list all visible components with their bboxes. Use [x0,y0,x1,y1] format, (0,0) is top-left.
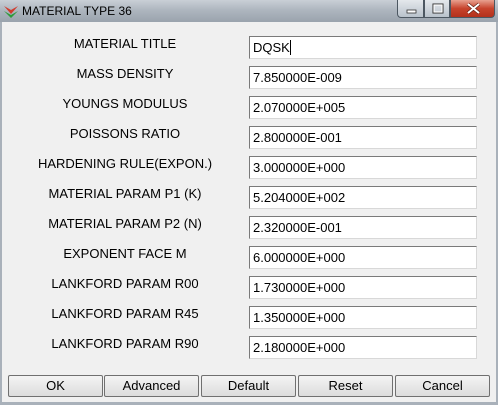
ok-button[interactable]: OK [8,375,103,397]
cancel-button[interactable]: Cancel [395,375,490,397]
label-material-param-p1: MATERIAL PARAM P1 (K) [48,186,202,201]
close-icon [466,2,481,15]
label-lankford-r90: LANKFORD PARAM R90 [51,336,199,351]
reset-button[interactable]: Reset [298,375,393,397]
lankford-r00-field[interactable]: 1.730000E+000 [249,276,477,299]
mass-density-field[interactable]: 7.850000E-009 [249,66,477,89]
text-caret [289,40,291,55]
label-youngs-modulus: YOUNGS MODULUS [62,96,188,111]
maximize-icon [432,3,444,14]
label-poissons-ratio: POISSONS RATIO [69,126,181,141]
label-lankford-r00: LANKFORD PARAM R00 [51,276,199,291]
default-button[interactable]: Default [201,375,296,397]
material-param-p2-field[interactable]: 2.320000E-001 [249,216,477,239]
hardening-rule-field[interactable]: 3.000000E+000 [249,156,477,179]
lankford-r45-field[interactable]: 1.350000E+000 [249,306,477,329]
minimize-button[interactable] [397,0,424,18]
maximize-button[interactable] [424,0,450,18]
material-title-field[interactable]: DQSK [249,36,477,59]
label-exponent-face-m: EXPONENT FACE M [63,246,187,261]
material-param-p1-field[interactable]: 5.204000E+002 [249,186,477,209]
youngs-modulus-field[interactable]: 2.070000E+005 [249,96,477,119]
advanced-button[interactable]: Advanced [104,375,199,397]
title-bar[interactable]: MATERIAL TYPE 36 [0,0,498,23]
label-hardening-rule: HARDENING RULE(EXPON.) [37,156,213,171]
label-mass-density: MASS DENSITY [76,66,174,81]
exponent-face-m-field[interactable]: 6.000000E+000 [249,246,477,269]
window-title: MATERIAL TYPE 36 [22,4,132,18]
label-lankford-r45: LANKFORD PARAM R45 [51,306,199,321]
button-bar: OK Advanced Default Reset Cancel [0,372,498,400]
app-logo-icon [3,3,19,19]
poissons-ratio-field[interactable]: 2.800000E-001 [249,126,477,149]
lankford-r90-field[interactable]: 2.180000E+000 [249,336,477,359]
minimize-icon [406,9,417,14]
close-button[interactable] [450,0,495,18]
label-material-title: MATERIAL TITLE [73,36,177,51]
label-material-param-p2: MATERIAL PARAM P2 (N) [48,216,202,231]
